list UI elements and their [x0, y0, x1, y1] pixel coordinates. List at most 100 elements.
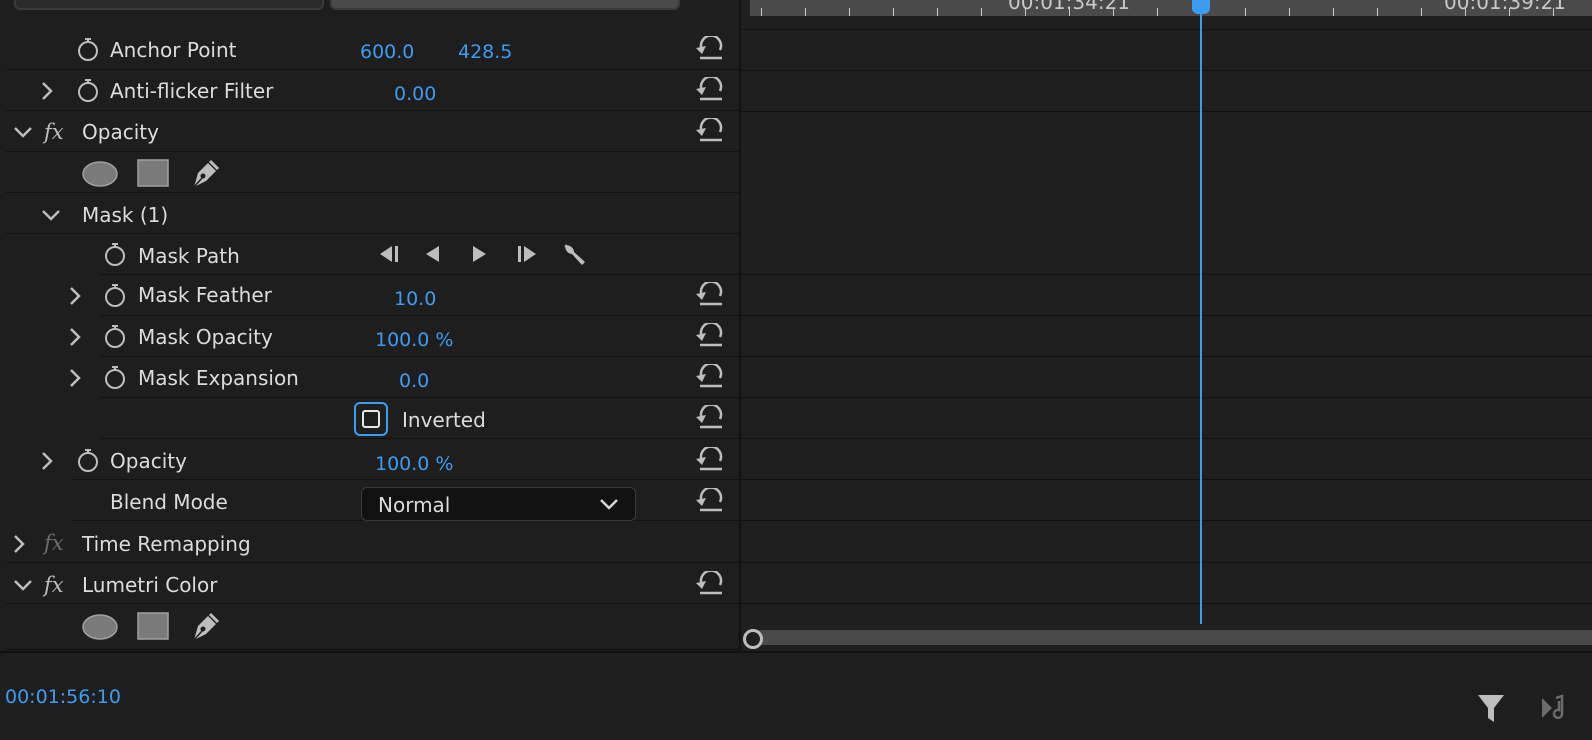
track-backward-one-frame-icon[interactable]: [376, 243, 402, 265]
anchor-point-y-value[interactable]: 428.5: [458, 40, 512, 64]
ruler-tick: [893, 8, 894, 16]
row-mask[interactable]: Mask (1): [6, 194, 740, 234]
reset-icon[interactable]: [694, 488, 728, 514]
pen-mask-icon[interactable]: [190, 157, 222, 189]
ellipse-mask-icon[interactable]: [82, 614, 118, 640]
chevron-right-icon[interactable]: [64, 285, 86, 307]
chevron-down-icon[interactable]: [12, 574, 34, 596]
mask-opacity-value[interactable]: 100.0 %: [375, 328, 454, 352]
wrench-icon[interactable]: [560, 240, 588, 268]
row-anchor-point: Anchor Point 600.0 428.5: [6, 30, 740, 70]
mask-label: Mask (1): [82, 203, 169, 227]
filter-icon[interactable]: [1476, 692, 1506, 724]
opacity-label: Opacity: [110, 449, 187, 473]
timeline-row-divider: [741, 438, 1592, 439]
timeline-row-divider: [741, 356, 1592, 357]
timeline-row-divider: [741, 479, 1592, 480]
stopwatch-icon[interactable]: [76, 77, 100, 103]
reset-icon[interactable]: [694, 118, 728, 144]
ruler-timecode-label: 00:01:34:21: [1008, 0, 1131, 14]
inverted-checkbox[interactable]: [354, 402, 388, 436]
row-anti-flicker-filter: Anti-flicker Filter 0.00: [6, 71, 740, 111]
reset-icon[interactable]: [694, 405, 728, 431]
ruler-tick: [1157, 8, 1158, 16]
chevron-down-icon[interactable]: [40, 204, 62, 226]
mask-feather-value[interactable]: 10.0: [394, 287, 436, 311]
timeline-horizontal-scrollbar[interactable]: [749, 630, 1592, 645]
reset-icon[interactable]: [694, 36, 728, 62]
chevron-down-icon: [600, 499, 618, 510]
time-remapping-label: Time Remapping: [82, 532, 251, 556]
stopwatch-icon[interactable]: [76, 36, 100, 62]
row-opacity-effect[interactable]: fx Opacity: [6, 112, 740, 152]
effect-controls-panel: Anchor Point 600.0 428.5 Anti-flicker Fi…: [6, 0, 740, 651]
time-ruler[interactable]: 00:01:34:21 00:01:39:21: [750, 0, 1592, 16]
track-forward-icon[interactable]: [468, 243, 490, 265]
opacity-effect-label: Opacity: [82, 120, 159, 144]
chevron-right-icon[interactable]: [36, 80, 58, 102]
ruler-tick: [1421, 8, 1422, 16]
timeline-row-divider: [741, 397, 1592, 398]
ruler-tick: [1333, 8, 1334, 16]
stopwatch-icon[interactable]: [103, 364, 127, 390]
row-opacity: Opacity 100.0 %: [42, 440, 740, 480]
blend-mode-selected: Normal: [378, 493, 451, 517]
stopwatch-icon[interactable]: [103, 323, 127, 349]
ellipse-mask-icon[interactable]: [82, 161, 118, 187]
reset-icon[interactable]: [694, 323, 728, 349]
track-backward-icon[interactable]: [422, 243, 444, 265]
playhead-line[interactable]: [1200, 4, 1202, 624]
play-audio-only-icon[interactable]: [1540, 694, 1574, 722]
mask-path-label: Mask Path: [138, 244, 240, 268]
ruler-tick: [937, 8, 938, 16]
chevron-right-icon[interactable]: [36, 450, 58, 472]
timeline-row-divider: [741, 29, 1592, 30]
fx-toggle-icon[interactable]: fx: [44, 531, 64, 555]
chevron-down-icon[interactable]: [12, 121, 34, 143]
current-timecode[interactable]: 00:01:56:10: [5, 685, 121, 709]
ruler-tick: [1377, 8, 1378, 16]
timeline-row-divider: [741, 603, 1592, 604]
chevron-right-icon[interactable]: [64, 326, 86, 348]
reset-icon[interactable]: [694, 77, 728, 103]
playhead-handle[interactable]: [1192, 0, 1210, 14]
row-lumetri-color[interactable]: fx Lumetri Color: [6, 564, 740, 604]
lumetri-color-label: Lumetri Color: [82, 573, 218, 597]
fx-toggle-icon[interactable]: fx: [44, 573, 64, 597]
timeline-row-divider: [741, 274, 1592, 275]
timeline-row-divider: [741, 315, 1592, 316]
timeline-row-divider: [741, 520, 1592, 521]
ruler-tick: [981, 8, 982, 16]
fx-toggle-icon[interactable]: fx: [44, 120, 64, 144]
blend-mode-dropdown[interactable]: Normal: [361, 487, 636, 521]
ruler-tick: [805, 8, 806, 16]
reset-icon[interactable]: [694, 447, 728, 473]
ruler-tick: [1245, 8, 1246, 16]
effect-timeline[interactable]: 00:01:34:21 00:01:39:21: [741, 0, 1592, 652]
scrollbar-handle[interactable]: [743, 629, 763, 649]
ruler-tick: [761, 8, 762, 16]
opacity-value[interactable]: 100.0 %: [375, 452, 454, 476]
stopwatch-icon[interactable]: [103, 241, 127, 267]
track-forward-one-frame-icon[interactable]: [514, 243, 540, 265]
pen-mask-icon[interactable]: [190, 610, 222, 642]
mask-expansion-value[interactable]: 0.0: [399, 369, 429, 393]
row-mask-path: Mask Path: [100, 235, 740, 275]
mask-expansion-label: Mask Expansion: [138, 366, 299, 390]
row-lumetri-mask-tools: [6, 606, 740, 650]
row-mask-feather: Mask Feather 10.0: [70, 276, 740, 316]
reset-icon[interactable]: [694, 571, 728, 597]
chevron-right-icon[interactable]: [8, 533, 30, 555]
reset-icon[interactable]: [694, 282, 728, 308]
reset-icon[interactable]: [694, 364, 728, 390]
row-time-remapping[interactable]: fx Time Remapping: [6, 523, 740, 563]
rectangle-mask-icon[interactable]: [137, 159, 169, 187]
chevron-right-icon[interactable]: [64, 367, 86, 389]
stopwatch-icon[interactable]: [76, 447, 100, 473]
anti-flicker-value[interactable]: 0.00: [394, 82, 436, 106]
row-mask-tools: [6, 153, 740, 193]
rectangle-mask-icon[interactable]: [137, 612, 169, 640]
anchor-point-x-value[interactable]: 600.0: [360, 40, 414, 64]
timeline-row-divider: [741, 111, 1592, 112]
stopwatch-icon[interactable]: [103, 282, 127, 308]
